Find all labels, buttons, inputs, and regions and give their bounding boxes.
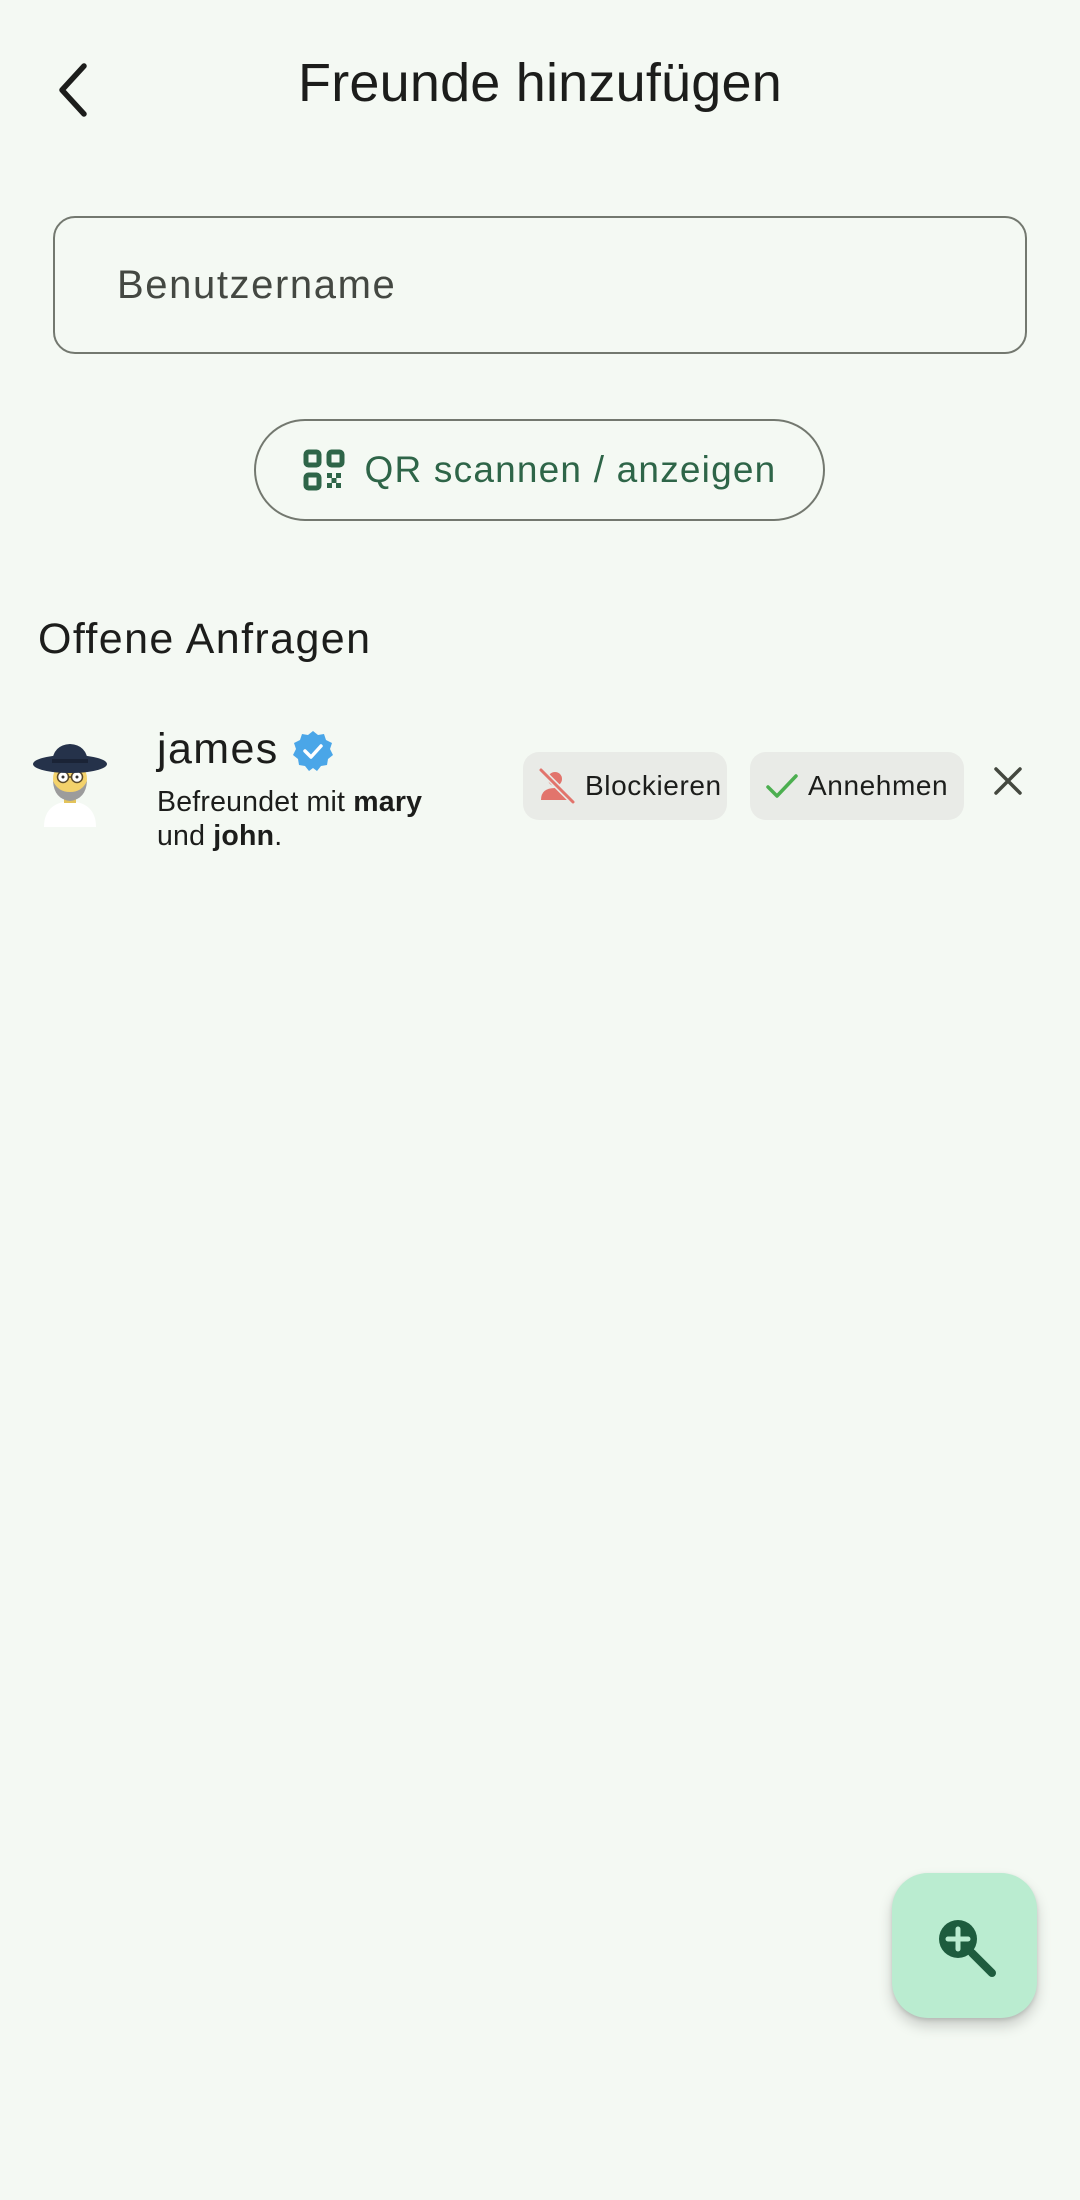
block-button-label: Blockieren	[585, 770, 722, 801]
check-icon	[766, 774, 798, 798]
mutual-friends-text: Befreundet mit mary und john.	[157, 786, 423, 852]
verified-icon	[293, 731, 333, 771]
accept-button[interactable]: Annehmen	[750, 752, 964, 820]
zoom-in-icon	[938, 1919, 996, 1977]
request-username: james	[157, 725, 279, 773]
block-user-icon	[538, 767, 576, 805]
dismiss-request-button[interactable]	[988, 761, 1028, 801]
qr-scan-button-label: QR scannen / anzeigen	[364, 449, 777, 490]
qr-code-icon	[303, 449, 345, 491]
mutual-friend-name: mary	[353, 786, 423, 818]
friend-request-item: james Befreundet mit mary und john. Bloc…	[0, 715, 1080, 855]
add-friends-screen: Freunde hinzufügen QR scannen / anzeigen…	[0, 0, 1080, 2200]
avatar	[33, 744, 107, 827]
block-button[interactable]: Blockieren	[523, 752, 727, 820]
pending-requests-title: Offene Anfragen	[38, 615, 372, 663]
accept-button-label: Annehmen	[808, 770, 949, 801]
username-input[interactable]	[55, 218, 1025, 352]
username-field[interactable]	[53, 216, 1027, 354]
close-icon	[994, 767, 1022, 795]
qr-scan-button[interactable]: QR scannen / anzeigen	[254, 419, 825, 521]
page-title: Freunde hinzufügen	[298, 53, 782, 113]
search-user-fab[interactable]	[892, 1873, 1037, 2018]
mutual-friend-name: john	[213, 820, 275, 852]
